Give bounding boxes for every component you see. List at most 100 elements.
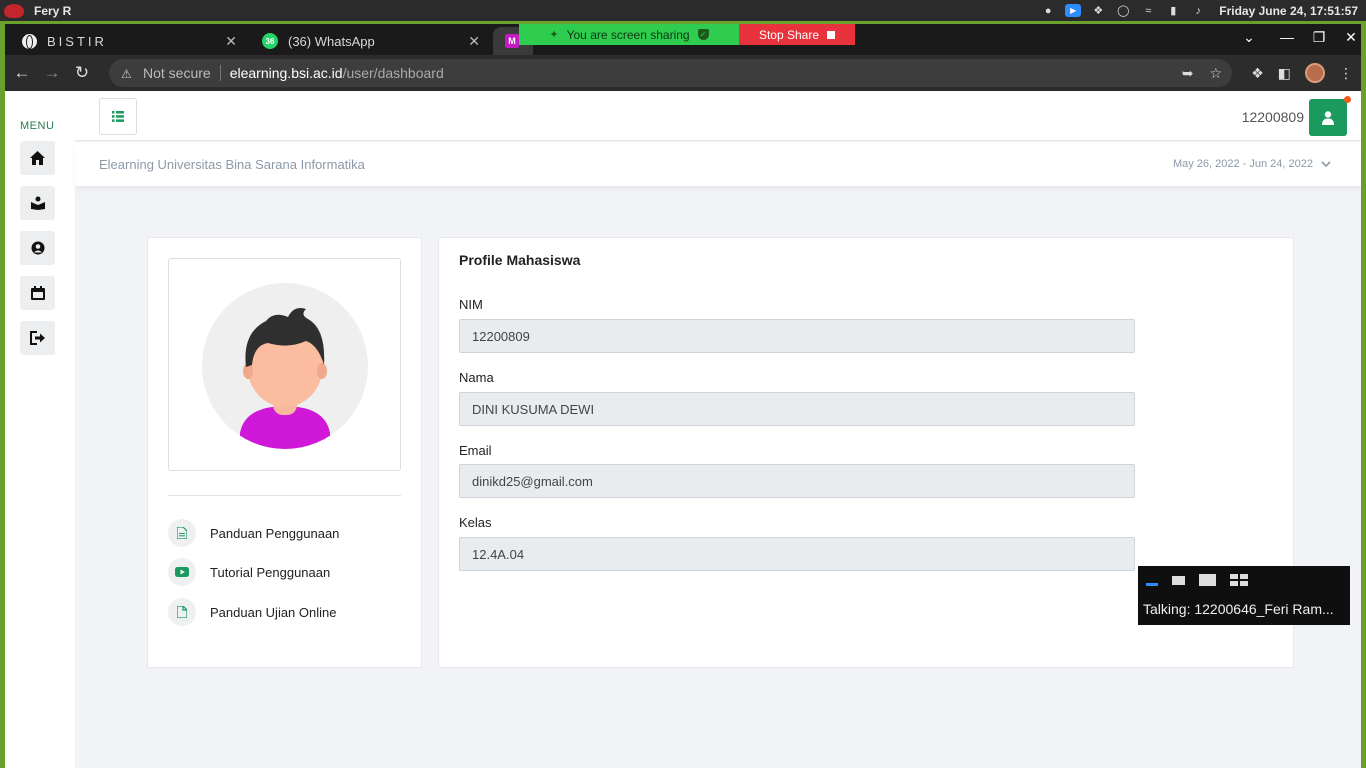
nama-field[interactable] — [459, 392, 1135, 426]
profile-photo-frame — [168, 258, 401, 471]
sidebar-item-profile[interactable] — [20, 231, 55, 265]
book-icon — [30, 196, 45, 210]
kelas-label: Kelas — [459, 515, 492, 530]
zoom-floating-panel[interactable]: Talking: 12200646_Feri Ram... — [1138, 566, 1350, 625]
more-menu-icon[interactable]: ⋮ — [1339, 65, 1353, 82]
link-panduan-ujian-online[interactable]: Panduan Ujian Online — [168, 598, 336, 626]
profile-card: Panduan Penggunaan Tutorial Penggunaan P… — [147, 237, 422, 668]
nim-label: NIM — [459, 297, 483, 312]
sub-header: Elearning Universitas Bina Sarana Inform… — [75, 142, 1361, 186]
browser-window: BISTIR ✕ 36 (36) WhatsApp ✕ M ⌄ — ❐ ✕ ✦ … — [0, 21, 1366, 768]
warning-icon[interactable]: ⚠ — [121, 67, 135, 81]
link-tutorial-penggunaan[interactable]: Tutorial Penggunaan — [168, 558, 330, 586]
stop-share-label: Stop Share — [758, 27, 820, 42]
email-field[interactable] — [459, 464, 1135, 498]
link-label[interactable]: Panduan Ujian Online — [210, 605, 336, 620]
stop-square-icon — [827, 30, 836, 39]
divider — [219, 65, 221, 81]
shield-check-icon: ✓ — [697, 29, 709, 40]
volume-icon[interactable]: ♪ — [1190, 4, 1206, 17]
zoom-icon[interactable]: ▶ — [1065, 4, 1082, 17]
calendar-icon — [30, 286, 45, 300]
back-icon[interactable]: ← — [7, 63, 37, 83]
profile-title: Profile Mahasiswa — [459, 252, 581, 268]
security-label[interactable]: Not secure — [143, 65, 211, 81]
large-view-icon[interactable] — [1199, 574, 1216, 586]
avatar — [202, 283, 368, 449]
link-label[interactable]: Panduan Penggunaan — [210, 526, 339, 541]
link-panduan-penggunaan[interactable]: Panduan Penggunaan — [168, 519, 339, 547]
notification-dot — [1344, 96, 1351, 103]
user-icon — [1322, 110, 1334, 125]
sidebar-item-logout[interactable] — [20, 321, 55, 355]
url-host[interactable]: elearning.bsi.ac.id — [230, 65, 343, 81]
os-clock[interactable]: Friday June 24, 17:51:57 — [1219, 4, 1358, 18]
navigation-bar: ← → ↻ ⚠ Not secure elearning.bsi.ac.id /… — [5, 55, 1361, 91]
chevron-down-icon — [1321, 161, 1331, 167]
user-id[interactable]: 12200809 — [1242, 109, 1304, 125]
wifi-icon[interactable]: ≈ — [1140, 4, 1156, 17]
bookmark-star-icon[interactable]: ☆ — [1209, 65, 1222, 82]
kelas-field[interactable] — [459, 537, 1135, 571]
sidebar-item-home[interactable] — [20, 141, 55, 175]
sidebar-item-courses[interactable] — [20, 186, 55, 220]
page-content: MENU 12200809 Elearning Universitas Bina… — [5, 91, 1361, 768]
nama-label: Nama — [459, 370, 494, 385]
forward-icon[interactable]: → — [37, 63, 67, 83]
zoom-view-controls — [1146, 574, 1248, 586]
document-icon — [168, 519, 196, 547]
minimize-icon[interactable]: — — [1277, 29, 1297, 45]
youtube-icon — [168, 558, 196, 586]
sidebar: MENU — [5, 91, 75, 768]
date-range-picker[interactable]: May 26, 2022 - Jun 24, 2022 — [1173, 158, 1331, 170]
close-tab-icon[interactable]: ✕ — [468, 33, 480, 50]
nim-field[interactable] — [459, 319, 1135, 353]
home-icon — [30, 151, 45, 165]
os-user-name[interactable]: Fery R — [34, 4, 71, 18]
logout-icon — [30, 331, 45, 345]
reload-icon[interactable]: ↻ — [67, 63, 97, 83]
stop-share-button[interactable]: Stop Share — [739, 24, 855, 45]
shield-icon[interactable]: ◯ — [1115, 4, 1131, 17]
camera-icon[interactable]: ● — [1040, 4, 1056, 17]
extensions-icon[interactable]: ❖ — [1251, 65, 1264, 82]
whatsapp-icon: 36 — [262, 33, 278, 49]
tab-whatsapp[interactable]: 36 (36) WhatsApp ✕ — [250, 27, 488, 55]
tab-title: BISTIR — [47, 33, 107, 49]
maximize-icon[interactable]: ❐ — [1309, 29, 1329, 46]
menu-label: MENU — [20, 120, 55, 132]
leaf-icon: ✦ — [549, 29, 559, 41]
battery-icon[interactable]: ▮ — [1165, 4, 1181, 17]
close-window-icon[interactable]: ✕ — [1341, 29, 1361, 46]
globe-icon — [22, 33, 37, 49]
gallery-view-icon[interactable] — [1230, 574, 1248, 586]
top-bar: 12200809 — [75, 91, 1361, 141]
list-icon — [112, 111, 124, 122]
divider — [168, 495, 401, 496]
system-tray: ● ▶ ❖ ◯ ≈ ▮ ♪ Friday June 24, 17:51:57 — [1040, 0, 1358, 21]
side-panel-icon[interactable]: ◧ — [1278, 65, 1291, 82]
address-bar[interactable]: ⚠ Not secure elearning.bsi.ac.id /user/d… — [109, 59, 1232, 87]
tab-search-icon[interactable]: ⌄ — [1239, 29, 1259, 46]
tab-title: (36) WhatsApp — [288, 33, 375, 49]
file-icon — [168, 598, 196, 626]
close-tab-icon[interactable]: ✕ — [225, 33, 237, 50]
site-title: Elearning Universitas Bina Sarana Inform… — [99, 157, 365, 172]
share-icon[interactable]: ➥ — [1182, 65, 1194, 82]
sidebar-item-schedule[interactable] — [20, 276, 55, 310]
distro-logo-icon[interactable] — [4, 3, 24, 18]
email-label: Email — [459, 443, 492, 458]
menu-toggle-button[interactable] — [99, 98, 137, 135]
date-range-text: May 26, 2022 - Jun 24, 2022 — [1172, 158, 1313, 170]
small-view-icon[interactable] — [1172, 575, 1185, 585]
m-favicon-icon: M — [505, 34, 519, 48]
os-top-bar: Fery R ● ▶ ❖ ◯ ≈ ▮ ♪ Friday June 24, 17:… — [0, 0, 1366, 21]
student-avatar-icon — [240, 308, 330, 449]
link-label[interactable]: Tutorial Penggunaan — [210, 565, 330, 580]
user-menu-button[interactable] — [1309, 99, 1347, 136]
minimize-view-icon[interactable] — [1146, 582, 1158, 586]
bluetooth-icon[interactable]: ❖ — [1090, 4, 1106, 17]
tab-bistir[interactable]: BISTIR ✕ — [10, 27, 245, 55]
url-path[interactable]: /user/dashboard — [343, 65, 444, 81]
profile-avatar[interactable] — [1305, 63, 1325, 83]
